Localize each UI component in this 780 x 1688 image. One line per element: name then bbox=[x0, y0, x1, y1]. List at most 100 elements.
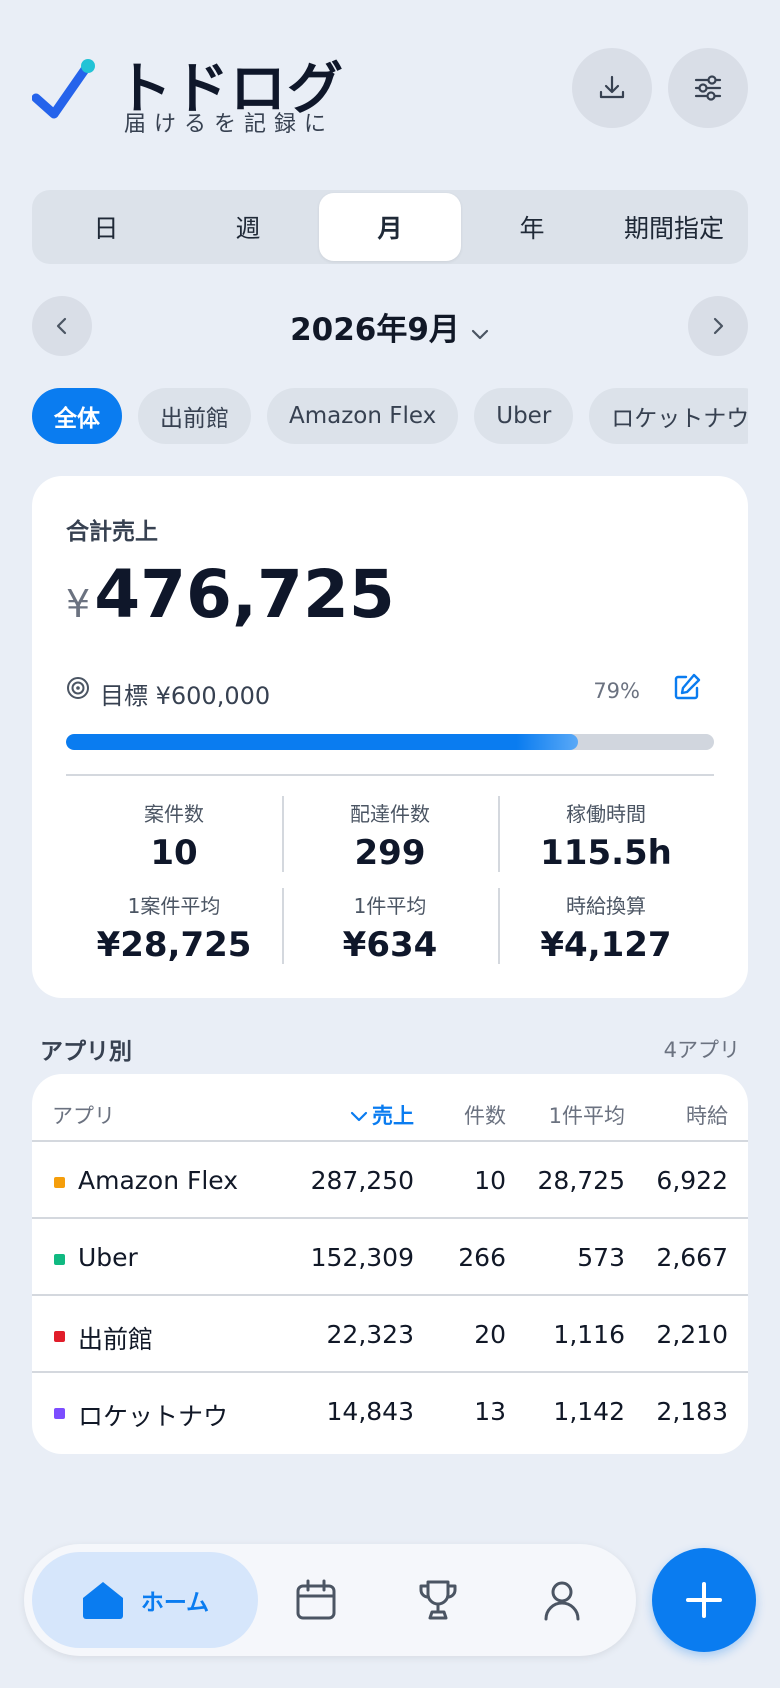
tab-day[interactable]: 日 bbox=[35, 193, 177, 261]
app-count: 20 bbox=[474, 1320, 506, 1349]
app-name: Uber bbox=[78, 1243, 138, 1272]
user-icon bbox=[544, 1581, 580, 1621]
app-avg: 28,725 bbox=[537, 1166, 625, 1195]
target-icon bbox=[67, 677, 89, 699]
app-color-dot bbox=[54, 1331, 65, 1342]
app-hourly: 2,183 bbox=[656, 1397, 728, 1426]
chevron-right-icon bbox=[713, 317, 724, 335]
stat-avg-per-job: 1案件平均 ¥28,725 bbox=[66, 888, 282, 965]
stat-hourly-rate: 時給換算 ¥4,127 bbox=[498, 888, 714, 965]
tab-year[interactable]: 年 bbox=[461, 193, 603, 261]
nav-home[interactable]: ホーム bbox=[32, 1552, 258, 1648]
goal-progress-bar bbox=[66, 734, 714, 750]
download-button[interactable] bbox=[572, 48, 652, 128]
chip-rocket-now[interactable]: ロケットナウ bbox=[589, 388, 748, 444]
nav-achievements[interactable] bbox=[408, 1570, 468, 1630]
goal-row: 目標 ¥600,000 79% bbox=[66, 672, 714, 712]
nav-calendar[interactable] bbox=[286, 1570, 346, 1630]
app-subtitle: 届けるを記録に bbox=[124, 112, 335, 137]
column-app[interactable]: アプリ bbox=[52, 1100, 115, 1130]
app-count: 13 bbox=[474, 1397, 506, 1426]
stat-label: 案件数 bbox=[144, 802, 204, 826]
table-row[interactable]: Amazon Flex 287,250 10 28,725 6,922 bbox=[32, 1142, 748, 1219]
month-selector[interactable]: 2026年9月 bbox=[32, 304, 748, 350]
column-count[interactable]: 件数 bbox=[464, 1100, 506, 1130]
summary-card: 合計売上 ¥476,725 目標 ¥600,000 79% 案件数 10 配達件… bbox=[32, 476, 748, 998]
tab-month[interactable]: 月 bbox=[319, 193, 461, 261]
stat-value: 10 bbox=[150, 833, 198, 873]
stat-label: 配達件数 bbox=[350, 802, 430, 826]
download-icon bbox=[599, 75, 625, 99]
stat-label: 稼働時間 bbox=[566, 802, 646, 826]
stat-value: ¥4,127 bbox=[540, 925, 672, 965]
chip-amazon-flex[interactable]: Amazon Flex bbox=[267, 388, 459, 444]
nav-home-label: ホーム bbox=[140, 1590, 210, 1616]
chevron-down-icon bbox=[470, 314, 490, 350]
table-row[interactable]: 出前館 22,323 20 1,116 2,210 bbox=[32, 1296, 748, 1373]
total-sales-amount: ¥476,725 bbox=[66, 556, 395, 633]
app-color-dot bbox=[54, 1177, 65, 1188]
sort-down-icon bbox=[350, 1111, 368, 1122]
table-row[interactable]: Uber 152,309 266 573 2,667 bbox=[32, 1219, 748, 1296]
add-record-button[interactable] bbox=[652, 1548, 756, 1652]
stat-label: 1件平均 bbox=[353, 894, 427, 918]
app-avg: 1,142 bbox=[553, 1397, 625, 1426]
chip-demaekan[interactable]: 出前館 bbox=[138, 388, 251, 444]
app-sales: 287,250 bbox=[310, 1166, 414, 1195]
chip-uber[interactable]: Uber bbox=[474, 388, 574, 444]
nav-profile[interactable] bbox=[532, 1570, 592, 1630]
app-avg: 1,116 bbox=[553, 1320, 625, 1349]
summary-stats: 案件数 10 配達件数 299 稼働時間 115.5h 1案件平均 ¥28,72… bbox=[66, 796, 714, 980]
column-sales[interactable]: 売上 bbox=[350, 1100, 414, 1130]
divider bbox=[66, 774, 714, 776]
stat-label: 時給換算 bbox=[566, 894, 646, 918]
app-color-dot bbox=[54, 1254, 65, 1265]
settings-button[interactable] bbox=[668, 48, 748, 128]
apps-table: アプリ 売上 件数 1件平均 時給 Amazon Flex 287,250 10… bbox=[32, 1074, 748, 1454]
chip-all[interactable]: 全体 bbox=[32, 388, 122, 444]
app-sales: 14,843 bbox=[326, 1397, 414, 1426]
period-tabs: 日 週 月 年 期間指定 bbox=[32, 190, 748, 264]
stat-value: ¥634 bbox=[342, 925, 438, 965]
stat-value: 115.5h bbox=[540, 833, 672, 873]
app-color-dot bbox=[54, 1408, 65, 1419]
table-row[interactable]: ロケットナウ 14,843 13 1,142 2,183 bbox=[32, 1373, 748, 1450]
stat-jobs: 案件数 10 bbox=[66, 796, 282, 873]
goal-percent: 79% bbox=[593, 679, 640, 703]
stat-avg-per-delivery: 1件平均 ¥634 bbox=[282, 888, 498, 965]
currency-symbol: ¥ bbox=[66, 582, 91, 626]
stat-value: ¥28,725 bbox=[96, 925, 252, 965]
app-name: 出前館 bbox=[78, 1325, 154, 1354]
apps-section-title: アプリ別 bbox=[40, 1039, 132, 1065]
app-sales: 152,309 bbox=[310, 1243, 414, 1272]
edit-icon[interactable] bbox=[672, 672, 702, 702]
app-header: トドログ 届けるを記録に bbox=[32, 40, 748, 150]
column-avg[interactable]: 1件平均 bbox=[549, 1100, 625, 1130]
app-count: 266 bbox=[458, 1243, 506, 1272]
column-hourly[interactable]: 時給 bbox=[686, 1100, 728, 1130]
app-hourly: 2,667 bbox=[656, 1243, 728, 1272]
goal-progress-fill bbox=[66, 734, 578, 750]
app-hourly: 6,922 bbox=[656, 1166, 728, 1195]
goal-text: 目標 ¥600,000 bbox=[100, 682, 271, 710]
total-sales-label: 合計売上 bbox=[66, 519, 158, 545]
next-month-button[interactable] bbox=[688, 296, 748, 356]
tab-custom-range[interactable]: 期間指定 bbox=[603, 193, 745, 261]
app-hourly: 2,210 bbox=[656, 1320, 728, 1349]
bottom-navigation: ホーム bbox=[24, 1544, 636, 1656]
stat-value: 299 bbox=[354, 833, 426, 873]
apps-count: 4アプリ bbox=[663, 1038, 740, 1062]
table-header: アプリ 売上 件数 1件平均 時給 bbox=[32, 1074, 748, 1142]
home-icon bbox=[82, 1582, 123, 1619]
check-logo-icon bbox=[32, 59, 95, 119]
total-sales-value: 476,725 bbox=[94, 556, 395, 633]
tab-week[interactable]: 週 bbox=[177, 193, 319, 261]
app-count: 10 bbox=[474, 1166, 506, 1195]
month-label: 2026年9月 bbox=[290, 312, 460, 348]
month-navigator: 2026年9月 bbox=[32, 296, 748, 356]
calendar-icon bbox=[296, 1579, 336, 1620]
stat-hours: 稼働時間 115.5h bbox=[498, 796, 714, 873]
app-name: Amazon Flex bbox=[78, 1166, 239, 1195]
app-filter-chips: 全体 出前館 Amazon Flex Uber ロケットナウ bbox=[32, 388, 748, 444]
app-avg: 573 bbox=[577, 1243, 625, 1272]
